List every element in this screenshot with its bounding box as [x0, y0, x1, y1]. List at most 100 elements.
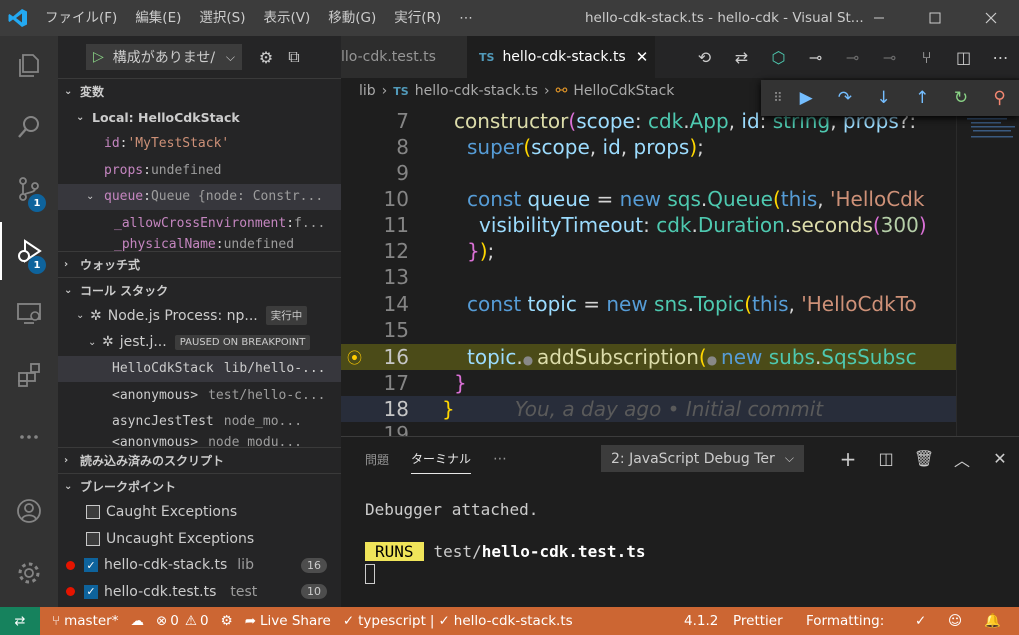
- live-share-label[interactable]: Live Share: [260, 613, 331, 629]
- next-revision-icon[interactable]: ⊸: [871, 48, 908, 67]
- menu-edit[interactable]: 編集(E): [126, 0, 190, 36]
- restart-icon[interactable]: ↻: [942, 88, 981, 108]
- maximize-button[interactable]: [912, 0, 958, 36]
- debug-console-icon[interactable]: ⧉: [282, 45, 306, 69]
- timeline-icon[interactable]: ⟲: [686, 48, 723, 67]
- commit-icon[interactable]: ⊸: [797, 48, 834, 67]
- stack-frame-row[interactable]: asyncJestTest node_mo...: [58, 409, 341, 436]
- menu-file[interactable]: ファイル(F): [36, 0, 126, 36]
- start-debugging-icon[interactable]: ▷: [93, 49, 104, 65]
- step-over-icon[interactable]: ↷: [826, 88, 865, 108]
- variables-section-header[interactable]: ⌄ 変数: [58, 78, 341, 104]
- stack-frame-row[interactable]: <anonymous> node_modu...: [58, 435, 341, 447]
- breakpoint-row[interactable]: ✓ hello-cdk.test.ts test 10: [58, 579, 341, 606]
- split-editor-icon[interactable]: ◫: [945, 48, 982, 67]
- inline-breakpoint-dot[interactable]: ●: [707, 353, 721, 367]
- kill-terminal-icon[interactable]: 🗑: [905, 449, 943, 468]
- code-editor[interactable]: 7 constructor(scope: cdk.App, id: string…: [341, 104, 956, 436]
- launch-config-select[interactable]: ▷ 構成がありませ/ ⌵: [86, 44, 242, 70]
- active-file-status[interactable]: hello-cdk-stack.ts: [454, 613, 573, 629]
- continue-icon[interactable]: ▶: [787, 88, 826, 108]
- callstack-section-header[interactable]: ⌄ コール スタック: [58, 276, 341, 303]
- errors-icon[interactable]: ⊗: [156, 613, 167, 629]
- tab-hello-cdk-test[interactable]: llo-cdk.test.ts: [341, 36, 467, 78]
- menu-more[interactable]: ⋯: [450, 0, 482, 36]
- minimap[interactable]: [956, 104, 1019, 436]
- breadcrumb-folder[interactable]: lib: [359, 83, 376, 99]
- remote-indicator-icon[interactable]: ⇄: [0, 607, 40, 635]
- variable-row[interactable]: _physicalName: undefined: [58, 237, 341, 251]
- notifications-bell-icon[interactable]: 🔔: [984, 613, 1001, 629]
- terminal-output[interactable]: Debugger attached. RUNS test/hello-cdk.te…: [365, 500, 645, 584]
- inline-breakpoint-dot[interactable]: ●: [523, 353, 537, 367]
- debug-status-icon[interactable]: ⚙: [221, 613, 233, 629]
- breakpoint-row[interactable]: ✓ hello-cdk-stack.ts lib 16: [58, 552, 341, 579]
- step-into-icon[interactable]: ↓: [864, 88, 903, 108]
- close-window-button[interactable]: [968, 0, 1014, 36]
- close-panel-icon[interactable]: ✕: [981, 449, 1019, 468]
- terminal-select[interactable]: 2: JavaScript Debug Ter ⌵: [601, 445, 804, 472]
- watch-section-header[interactable]: › ウォッチ式: [58, 250, 341, 277]
- breakpoints-section-header[interactable]: ⌄ ブレークポイント: [58, 473, 341, 499]
- local-scope-row[interactable]: ⌄ Local: HelloCdkStack: [58, 104, 341, 131]
- warning-count[interactable]: 0: [200, 613, 209, 629]
- thread-row[interactable]: ⌄ ✲ jest.j... PAUSED ON BREAKPOINT: [58, 329, 341, 356]
- language-status[interactable]: typescript: [358, 613, 426, 629]
- breadcrumb-symbol[interactable]: HelloCdkStack: [573, 83, 674, 99]
- prettier-status[interactable]: Prettier: [733, 613, 783, 629]
- minimize-button[interactable]: [856, 0, 902, 36]
- tab-terminal[interactable]: ターミナル: [411, 444, 472, 474]
- menu-view[interactable]: 表示(V): [255, 0, 320, 36]
- checkbox-checked[interactable]: ✓: [84, 584, 98, 599]
- compare-changes-icon[interactable]: ⇄: [723, 48, 760, 67]
- blame-toggle-icon[interactable]: ⑂: [908, 48, 945, 67]
- previous-revision-icon[interactable]: ⊸: [834, 48, 871, 67]
- new-terminal-icon[interactable]: +: [829, 447, 867, 471]
- stack-frame-row[interactable]: <anonymous> test/hello-c...: [58, 382, 341, 409]
- step-out-icon[interactable]: ↑: [903, 88, 942, 108]
- menu-go[interactable]: 移動(G): [319, 0, 385, 36]
- menu-run[interactable]: 実行(R): [385, 0, 450, 36]
- panel-more-icon[interactable]: ⋯: [493, 445, 507, 473]
- menu-selection[interactable]: 選択(S): [190, 0, 254, 36]
- tab-hello-cdk-stack[interactable]: TS hello-cdk-stack.ts ✕: [467, 36, 655, 78]
- run-debug-icon[interactable]: 1: [0, 222, 58, 280]
- breadcrumb-file[interactable]: hello-cdk-stack.ts: [415, 83, 538, 99]
- ts-version[interactable]: 4.1.2: [684, 613, 718, 629]
- stack-frame-row-selected[interactable]: HelloCdkStack lib/hello-...: [58, 355, 341, 382]
- search-icon[interactable]: [0, 98, 58, 156]
- tab-problems[interactable]: 問題: [365, 445, 389, 474]
- checkbox[interactable]: [86, 505, 100, 520]
- checkbox-checked[interactable]: ✓: [84, 558, 98, 573]
- checkbox[interactable]: [86, 531, 100, 546]
- close-tab-icon[interactable]: ✕: [636, 48, 649, 66]
- more-views-icon[interactable]: [0, 408, 58, 466]
- settings-gear-icon[interactable]: [0, 544, 58, 602]
- more-actions-icon[interactable]: ⋯: [982, 48, 1019, 67]
- disconnect-icon[interactable]: ⚲: [980, 88, 1019, 108]
- remote-explorer-icon[interactable]: [0, 284, 58, 342]
- error-count[interactable]: 0: [170, 613, 179, 629]
- drag-handle-icon[interactable]: ⠿: [769, 91, 787, 106]
- warnings-icon[interactable]: ⚠: [185, 613, 197, 629]
- variable-row-selected[interactable]: ⌄ queue: Queue {node: Constr...: [58, 183, 341, 210]
- sync-icon[interactable]: ☁: [130, 613, 144, 629]
- exception-row[interactable]: Uncaught Exceptions: [58, 526, 341, 553]
- variable-row[interactable]: _allowCrossEnvironment: f...: [58, 210, 341, 237]
- feedback-icon[interactable]: ☺: [948, 613, 962, 629]
- loaded-scripts-section-header[interactable]: › 読み込み済みのスクリプト: [58, 447, 341, 473]
- accounts-icon[interactable]: [0, 482, 58, 540]
- process-row[interactable]: ⌄ ✲ Node.js Process: np... 実行中: [58, 303, 341, 330]
- exception-row[interactable]: Caught Exceptions: [58, 499, 341, 526]
- gitlens-icon[interactable]: ⬡: [760, 48, 797, 67]
- variable-row[interactable]: props: undefined: [58, 157, 341, 184]
- maximize-panel-icon[interactable]: ︿: [943, 447, 981, 471]
- formatting-status[interactable]: Formatting:: [806, 613, 884, 629]
- split-terminal-icon[interactable]: ◫: [867, 449, 905, 468]
- branch-name[interactable]: master*: [64, 613, 118, 629]
- open-launch-json-icon[interactable]: ⚙: [254, 45, 278, 69]
- source-control-icon[interactable]: 1: [0, 160, 58, 218]
- variable-row[interactable]: id: 'MyTestStack': [58, 131, 341, 158]
- extensions-icon[interactable]: [0, 346, 58, 404]
- explorer-icon[interactable]: [0, 36, 58, 94]
